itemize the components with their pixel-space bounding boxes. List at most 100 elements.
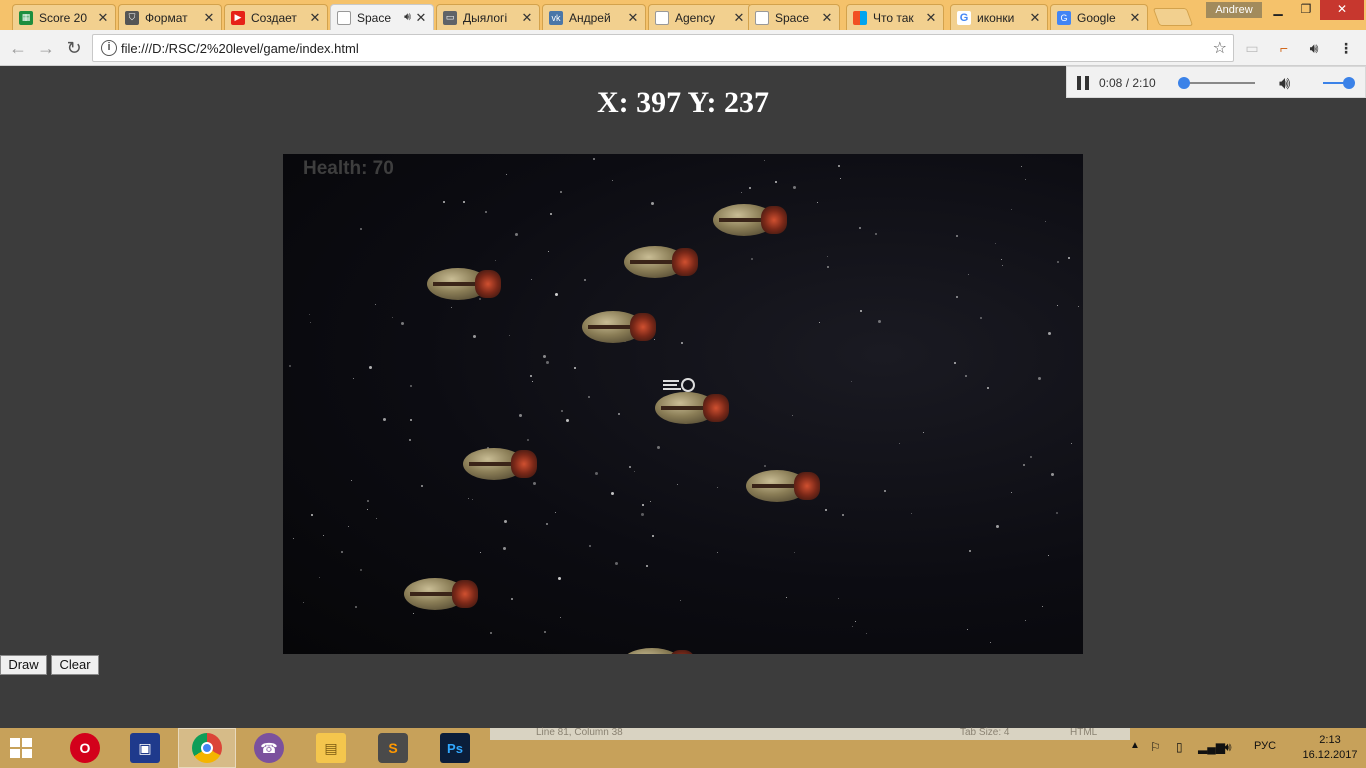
close-icon[interactable]: ✕ [1129,10,1141,26]
file-explorer-icon[interactable]: ▤ [302,728,360,768]
flag-icon[interactable]: ⚐ [1150,740,1161,754]
star-dot [550,213,552,215]
url-text[interactable]: file:///D:/RSC/2%20level/game/index.html [121,41,359,56]
address-bar[interactable]: i file:///D:/RSC/2%20level/game/index.ht… [92,34,1234,62]
star-dot [560,191,562,193]
tab-score[interactable]: ▦ Score 20 ✕ [12,4,116,30]
star-dot [506,174,507,175]
volume-tray-icon[interactable]: 🔊︎ [1224,740,1232,755]
star-dot [548,251,549,252]
menu-icon[interactable]: ⋮ [1336,38,1356,58]
tab-title: Google [1077,10,1116,25]
ghost-syntax: HTML [1070,727,1098,738]
star-dot [827,266,829,268]
opera-icon[interactable]: O [56,728,114,768]
taskbar-clock[interactable]: 2:13 16.12.2017 [1300,733,1360,763]
maximize-icon[interactable]: ❐ [1292,0,1320,20]
tab-dialogs[interactable]: ▭ Дыялогі ✕ [436,4,540,30]
close-icon[interactable]: ✕ [415,10,427,26]
star-dot [293,538,294,539]
reload-icon[interactable]: ↻ [62,36,86,60]
tray-overflow-icon[interactable]: ▲ [1130,740,1140,751]
chrome-icon[interactable] [178,728,236,768]
star-dot [852,626,853,627]
star-dot [764,465,766,467]
close-icon[interactable]: ✕ [1029,10,1041,26]
tab-google[interactable]: G Google ✕ [1050,4,1148,30]
close-icon[interactable]: ✕ [925,10,937,26]
bookmark-star-icon[interactable]: ☆ [1213,38,1227,58]
star-dot [1048,332,1051,335]
battery-icon[interactable]: ▯ [1176,740,1183,754]
star-dot [793,186,796,189]
star-dot [527,439,529,441]
star-dot [875,233,877,235]
star-dot [996,525,999,528]
language-indicator[interactable]: РУС [1254,740,1276,752]
minimize-icon[interactable]: ▁ [1264,0,1292,20]
close-icon[interactable]: ✕ [309,10,321,26]
media-control-icon[interactable]: 🔊︎ [1304,38,1324,58]
game-canvas[interactable]: Health: 70 [283,154,1083,654]
network-icon[interactable]: ▂▄▆ [1198,740,1225,754]
star-dot [593,158,595,160]
star-dot [451,307,452,308]
star-dot [311,514,313,516]
page-icon [655,10,669,25]
star-dot [472,499,473,500]
tab-space[interactable]: Space ✕ [748,4,840,30]
window-close-icon[interactable]: ✕ [1320,0,1364,20]
star-dot [355,606,357,608]
speaker-icon[interactable]: 🔊︎ [404,11,411,24]
enemy-ship [655,390,731,426]
star-dot [1056,512,1058,514]
ghost-line-col: Line 81, Column 38 [536,727,623,738]
star-dot [1068,257,1070,259]
windows-start-icon[interactable] [10,738,32,758]
player-ship [663,378,697,392]
save-disk-icon[interactable]: ▣ [116,728,174,768]
close-icon[interactable]: ✕ [821,10,833,26]
close-icon[interactable]: ✕ [521,10,533,26]
star-dot [995,243,996,244]
close-icon[interactable]: ✕ [203,10,215,26]
tab-icons[interactable]: G иконки ✕ [950,4,1048,30]
star-dot [642,504,644,506]
photoshop-icon[interactable]: Ps [426,728,484,768]
close-icon[interactable]: ✕ [627,10,639,26]
tab-agency[interactable]: Agency ✕ [648,4,752,30]
star-dot [421,485,423,487]
tab-format[interactable]: ⛉ Формат ✕ [118,4,222,30]
extension-blank-icon[interactable]: ▭ [1242,38,1262,58]
ghost-tab-size: Tab Size: 4 [960,727,1010,738]
viber-icon[interactable]: ☎ [240,728,298,768]
new-tab-button[interactable] [1152,8,1194,26]
forward-icon[interactable]: → [34,36,58,60]
health-label: Health: 70 [303,158,394,179]
tab-what[interactable]: Что так ✕ [846,4,944,30]
sublime-text-icon[interactable]: S [364,728,422,768]
tab-youtube[interactable]: ▶ Создает ✕ [224,4,328,30]
back-icon[interactable]: ← [6,36,30,60]
draw-button[interactable]: Draw [0,655,47,675]
star-dot [289,365,291,367]
enemy-ship [582,309,658,345]
star-dot [884,490,886,492]
star-dot [825,509,827,511]
tab-title: Создает [251,10,297,25]
close-icon[interactable]: ✕ [97,10,109,26]
tab-title: Space [357,10,392,25]
clear-button[interactable]: Clear [51,655,99,675]
tab-title: Формат [145,10,188,25]
info-icon[interactable]: i [101,40,117,56]
extension-tool-icon[interactable]: ⌐ [1274,38,1294,58]
star-dot [954,362,956,364]
tab-space-active[interactable]: Space 🔊︎ ✕ [330,4,434,30]
profile-button[interactable]: Andrew [1206,2,1262,18]
close-icon[interactable]: ✕ [733,10,745,26]
star-dot [351,480,352,481]
tab-vk[interactable]: vk Андрей ✕ [542,4,646,30]
star-dot [463,201,465,203]
star-dot [511,598,513,600]
seek-track[interactable] [1179,82,1255,84]
